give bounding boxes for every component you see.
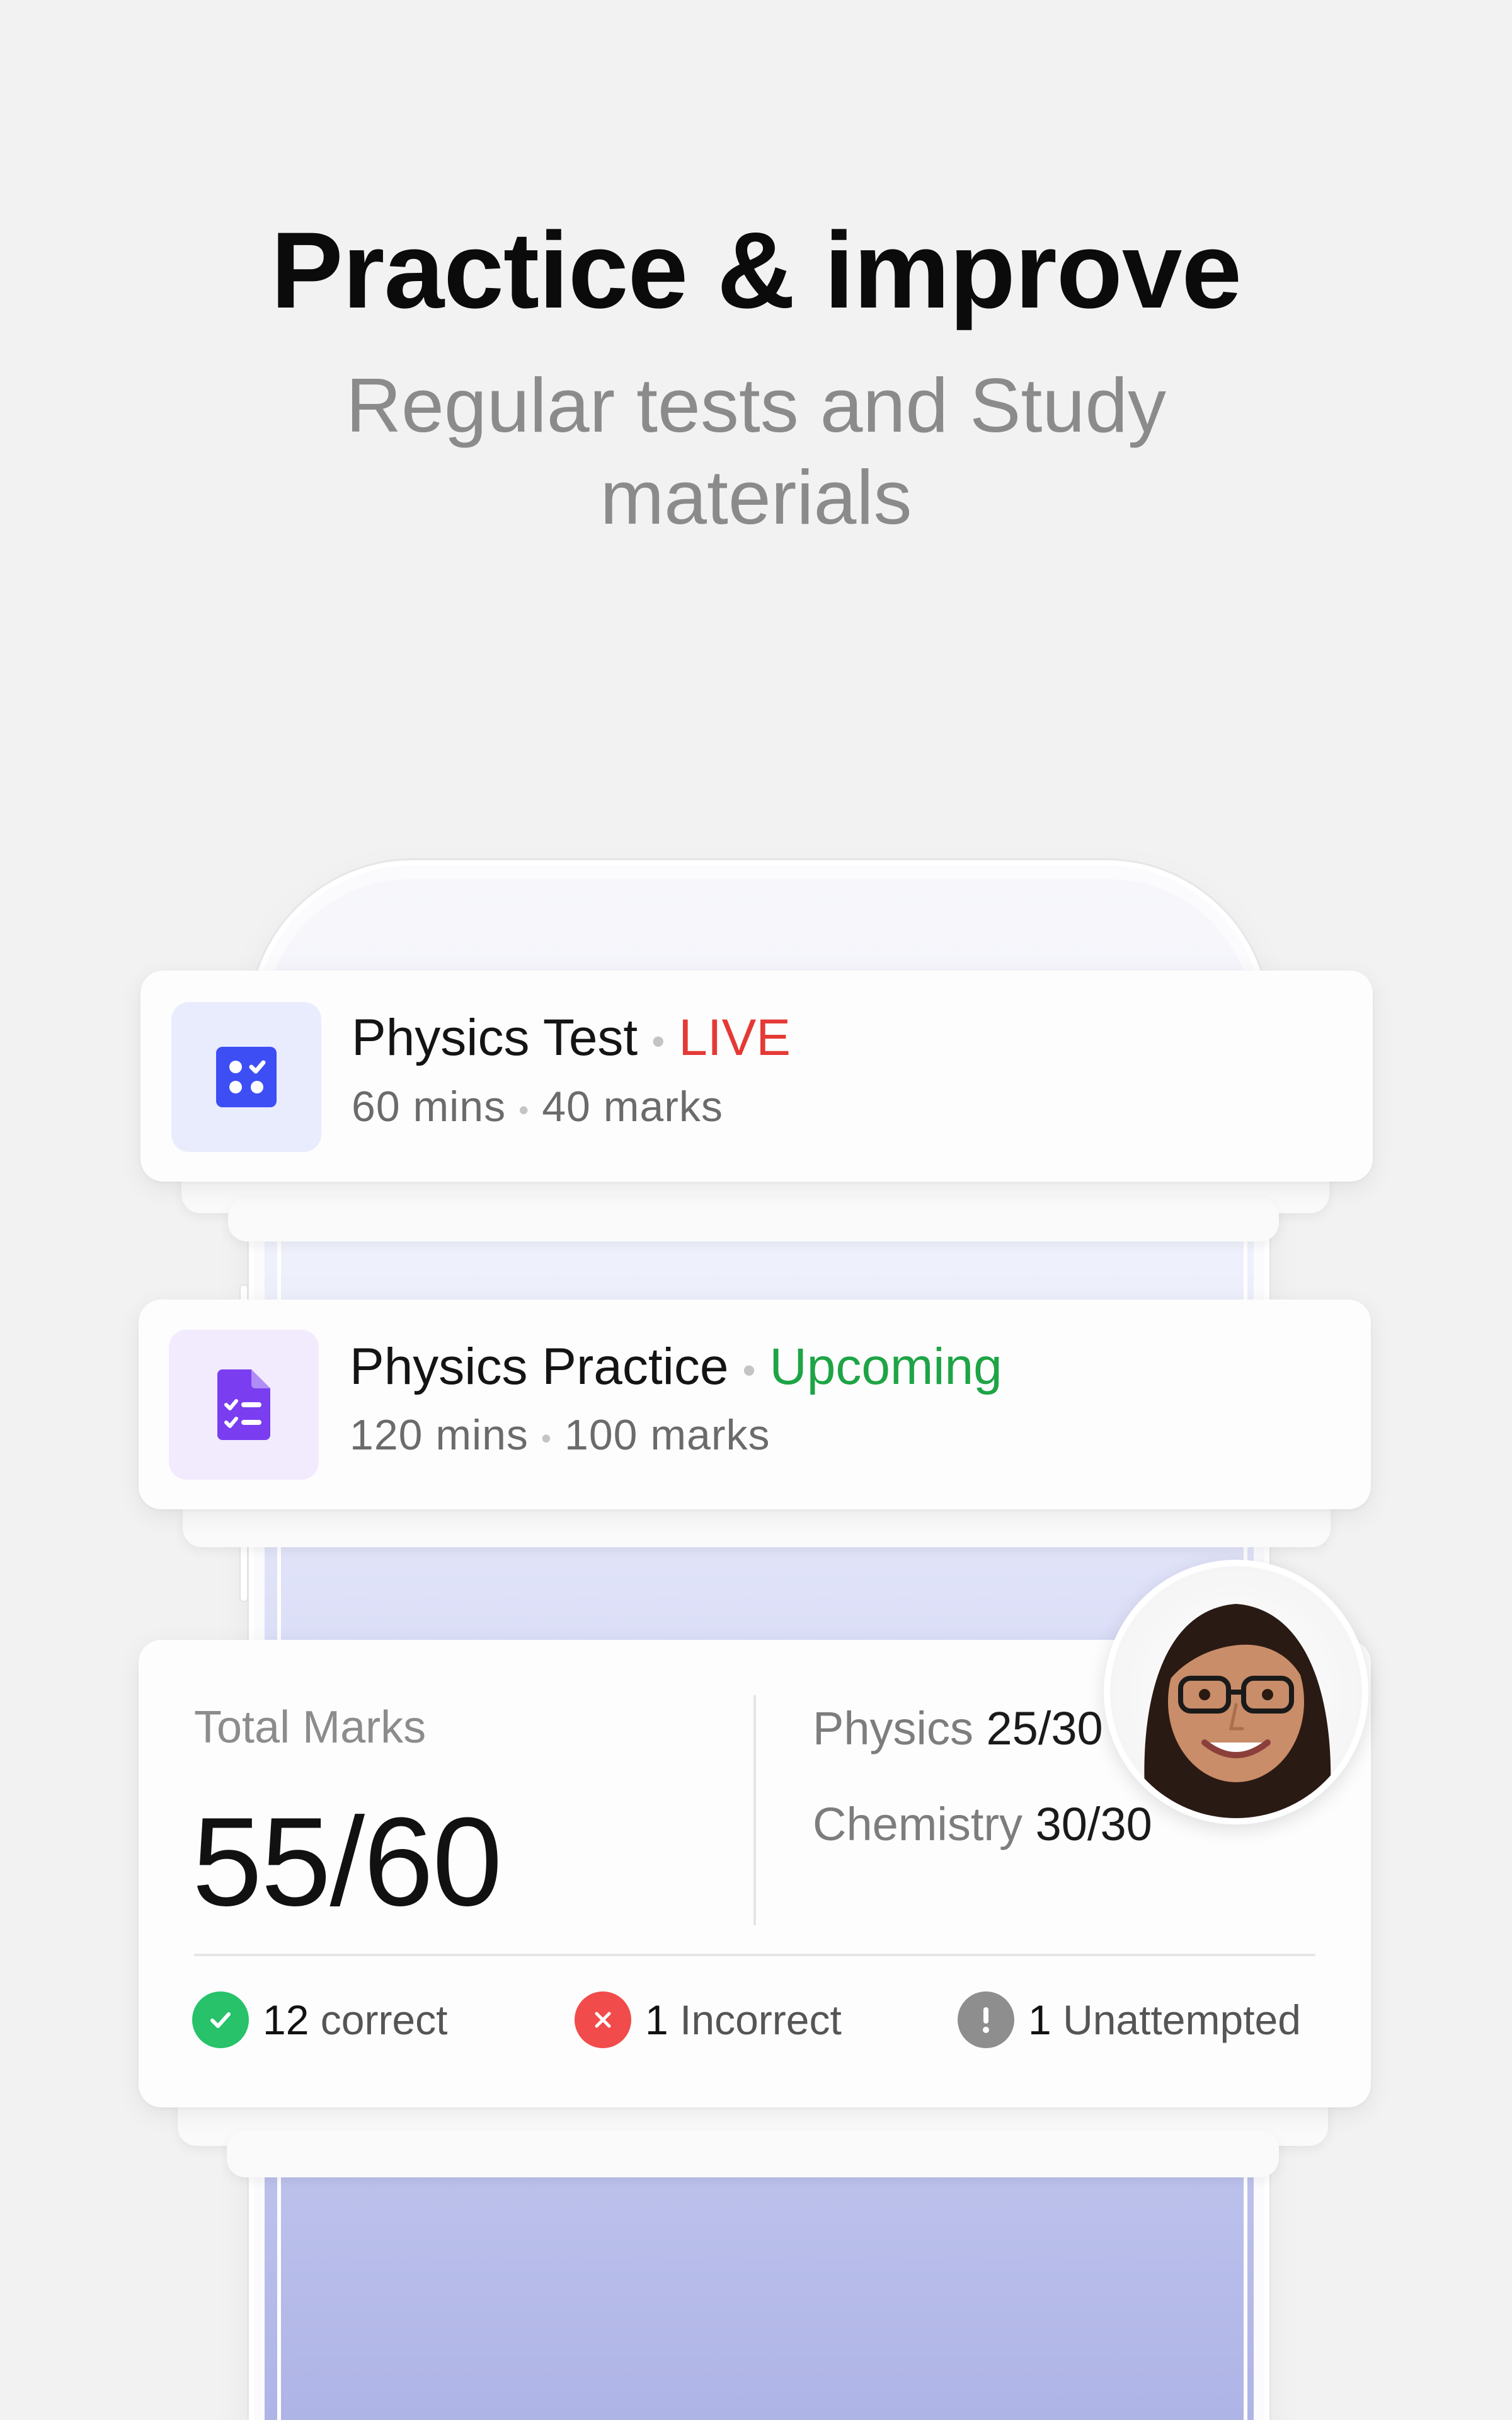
subject-score-chemistry: Chemistry 30/30 (813, 1797, 1152, 1851)
page-subtitle: Regular tests and Study materials (345, 362, 1167, 540)
test-card-physics-test[interactable] (140, 971, 1373, 1182)
status-badge: Upcoming (769, 1338, 1002, 1395)
stat-unattempted: 1 Unattempted (958, 1991, 1301, 2048)
subject-name: Physics (813, 1702, 973, 1754)
stat-count: 1 (1028, 1997, 1051, 2043)
divider (194, 1954, 1315, 1956)
stat-incorrect: 1 Incorrect (575, 1991, 842, 2048)
test-title: Physics Practice (350, 1338, 729, 1395)
exclamation-circle-icon (958, 1991, 1014, 2048)
subject-score: 30/30 (1035, 1798, 1152, 1850)
test-marks: 40 marks (542, 1083, 723, 1131)
page-title: Practice & improve (270, 210, 1242, 331)
stat-label: Incorrect (680, 1997, 842, 2043)
test-icon-tile (169, 1330, 319, 1480)
check-circle-icon (192, 1991, 249, 2048)
stat-label: correct (320, 1997, 448, 2043)
test-meta-row: 60 mins • 40 marks (352, 1082, 723, 1131)
divider (753, 1695, 756, 1925)
test-duration: 120 mins (350, 1411, 529, 1459)
test-icon-tile (171, 1002, 321, 1152)
stat-count: 1 (645, 1997, 668, 2043)
stat-correct: 12 correct (192, 1991, 447, 2048)
test-title-row: Physics Test • LIVE (352, 1008, 791, 1068)
separator-dot: • (541, 1422, 553, 1455)
test-card-physics-practice[interactable] (139, 1299, 1371, 1509)
checklist-document-icon (217, 1369, 270, 1440)
subject-score-physics: Physics 25/30 (813, 1702, 1103, 1755)
status-badge: LIVE (679, 1009, 791, 1066)
separator-dot: • (651, 1020, 665, 1063)
total-marks-label: Total Marks (194, 1702, 427, 1753)
x-circle-icon (575, 1991, 631, 2048)
test-title-row: Physics Practice • Upcoming (350, 1337, 1002, 1397)
stat-count: 12 (263, 1997, 309, 2043)
stat-label: Unattempted (1063, 1997, 1301, 2043)
test-title: Physics Test (352, 1009, 638, 1066)
quiz-grid-icon (216, 1047, 277, 1107)
card-stack-sheet (227, 2130, 1279, 2177)
test-marks: 100 marks (564, 1411, 770, 1459)
total-marks-value: 55/60 (192, 1792, 502, 1932)
test-duration: 60 mins (352, 1083, 507, 1131)
student-portrait-icon (1110, 1566, 1362, 1818)
separator-dot: • (742, 1349, 756, 1392)
student-avatar (1104, 1560, 1368, 1824)
subject-name: Chemistry (813, 1798, 1023, 1850)
subject-score: 25/30 (986, 1702, 1103, 1754)
card-stack-sheet (228, 1197, 1279, 1242)
test-meta-row: 120 mins • 100 marks (350, 1410, 770, 1460)
separator-dot: • (518, 1093, 530, 1127)
